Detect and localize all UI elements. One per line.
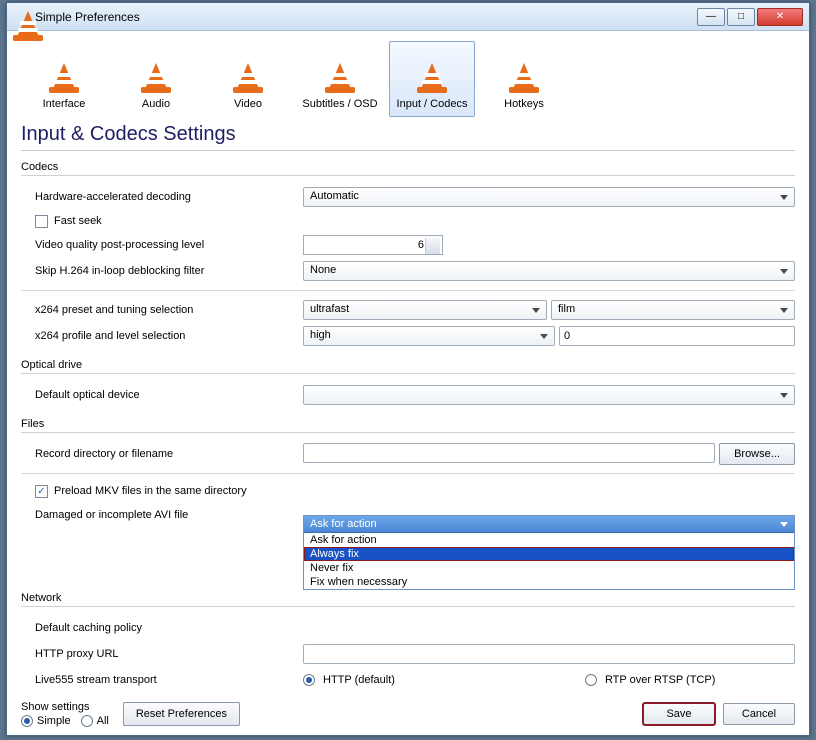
hotkey-icon xyxy=(504,58,544,98)
x264-level-input[interactable] xyxy=(559,326,795,346)
subtitle-icon xyxy=(320,58,360,98)
content-area: Interface Audio Video Subtitles / OSD In… xyxy=(7,31,809,701)
x264-tune-select[interactable]: film xyxy=(551,300,795,320)
page-title: Input & Codecs Settings xyxy=(21,123,795,146)
x264-preset-label: x264 preset and tuning selection xyxy=(21,304,303,316)
group-network-title: Network xyxy=(21,592,795,604)
skip-h264-select[interactable]: None xyxy=(303,261,795,281)
avi-option[interactable]: Fix when necessary xyxy=(304,575,794,589)
tab-subtitles[interactable]: Subtitles / OSD xyxy=(297,41,383,117)
maximize-button[interactable]: □ xyxy=(727,8,755,26)
x264-profile-select[interactable]: high xyxy=(303,326,555,346)
record-dir-label: Record directory or filename xyxy=(21,448,303,460)
show-all-radio[interactable]: All xyxy=(81,715,109,727)
avi-label: Damaged or incomplete AVI file xyxy=(21,509,303,521)
headphones-icon xyxy=(136,58,176,98)
radio-on-icon xyxy=(21,715,33,727)
x264-preset-select[interactable]: ultrafast xyxy=(303,300,547,320)
hw-decode-label: Hardware-accelerated decoding xyxy=(21,191,303,203)
avi-option-highlight[interactable]: Always fix xyxy=(304,547,794,561)
pp-level-spinner[interactable]: 6 xyxy=(303,235,443,255)
radio-off-icon xyxy=(585,674,597,686)
skip-h264-label: Skip H.264 in-loop deblocking filter xyxy=(21,265,303,277)
tab-interface[interactable]: Interface xyxy=(21,41,107,117)
proxy-label: HTTP proxy URL xyxy=(21,648,303,660)
cancel-button[interactable]: Cancel xyxy=(723,703,795,725)
window-title: Simple Preferences xyxy=(35,10,697,24)
x264-profile-label: x264 profile and level selection xyxy=(21,330,303,342)
show-simple-radio[interactable]: Simple xyxy=(21,715,71,727)
live555-label: Live555 stream transport xyxy=(21,674,303,686)
optical-device-label: Default optical device xyxy=(21,389,303,401)
minimize-button[interactable]: — xyxy=(697,8,725,26)
cone-icon xyxy=(44,58,84,98)
record-dir-input[interactable] xyxy=(303,443,715,463)
proxy-input[interactable] xyxy=(303,644,795,664)
group-optical-title: Optical drive xyxy=(21,359,795,371)
pp-level-label: Video quality post-processing level xyxy=(21,239,303,251)
tab-video[interactable]: Video xyxy=(205,41,291,117)
close-button[interactable]: ✕ xyxy=(757,8,803,26)
caching-label: Default caching policy xyxy=(21,622,303,634)
tab-input-codecs[interactable]: Input / Codecs xyxy=(389,41,475,117)
preload-mkv-checkbox[interactable]: ✓ Preload MKV files in the same director… xyxy=(21,480,795,502)
radio-off-icon xyxy=(81,715,93,727)
optical-device-select[interactable] xyxy=(303,385,795,405)
checkbox-checked-icon: ✓ xyxy=(35,485,48,498)
titlebar[interactable]: Simple Preferences — □ ✕ xyxy=(7,3,809,31)
tab-hotkeys[interactable]: Hotkeys xyxy=(481,41,567,117)
fast-seek-checkbox[interactable]: Fast seek xyxy=(21,210,795,232)
app-icon xyxy=(13,9,29,25)
save-button[interactable]: Save xyxy=(643,703,715,725)
radio-on-icon xyxy=(303,674,315,686)
avi-option[interactable]: Ask for action xyxy=(304,533,794,547)
codec-icon xyxy=(412,58,452,98)
tab-audio[interactable]: Audio xyxy=(113,41,199,117)
live555-http-radio[interactable]: HTTP (default) xyxy=(303,674,395,686)
category-tabs: Interface Audio Video Subtitles / OSD In… xyxy=(21,41,795,117)
live555-rtp-radio[interactable]: RTP over RTSP (TCP) xyxy=(585,674,715,686)
group-codecs-title: Codecs xyxy=(21,161,795,173)
browse-button[interactable]: Browse... xyxy=(719,443,795,465)
group-files-title: Files xyxy=(21,418,795,430)
film-icon xyxy=(228,58,268,98)
checkbox-icon xyxy=(35,215,48,228)
avi-select-header[interactable]: Ask for action xyxy=(304,516,794,533)
reset-preferences-button[interactable]: Reset Preferences xyxy=(123,702,240,726)
footer: Show settings Simple All Reset Preferenc… xyxy=(21,701,795,727)
avi-option[interactable]: Never fix xyxy=(304,561,794,575)
preferences-window: Simple Preferences — □ ✕ Interface Audio… xyxy=(6,2,810,736)
avi-select-open[interactable]: Ask for action Ask for action Always fix… xyxy=(303,515,795,590)
show-settings-group: Show settings Simple All xyxy=(21,701,109,727)
show-settings-label: Show settings xyxy=(21,701,109,713)
hw-decode-select[interactable]: Automatic xyxy=(303,187,795,207)
